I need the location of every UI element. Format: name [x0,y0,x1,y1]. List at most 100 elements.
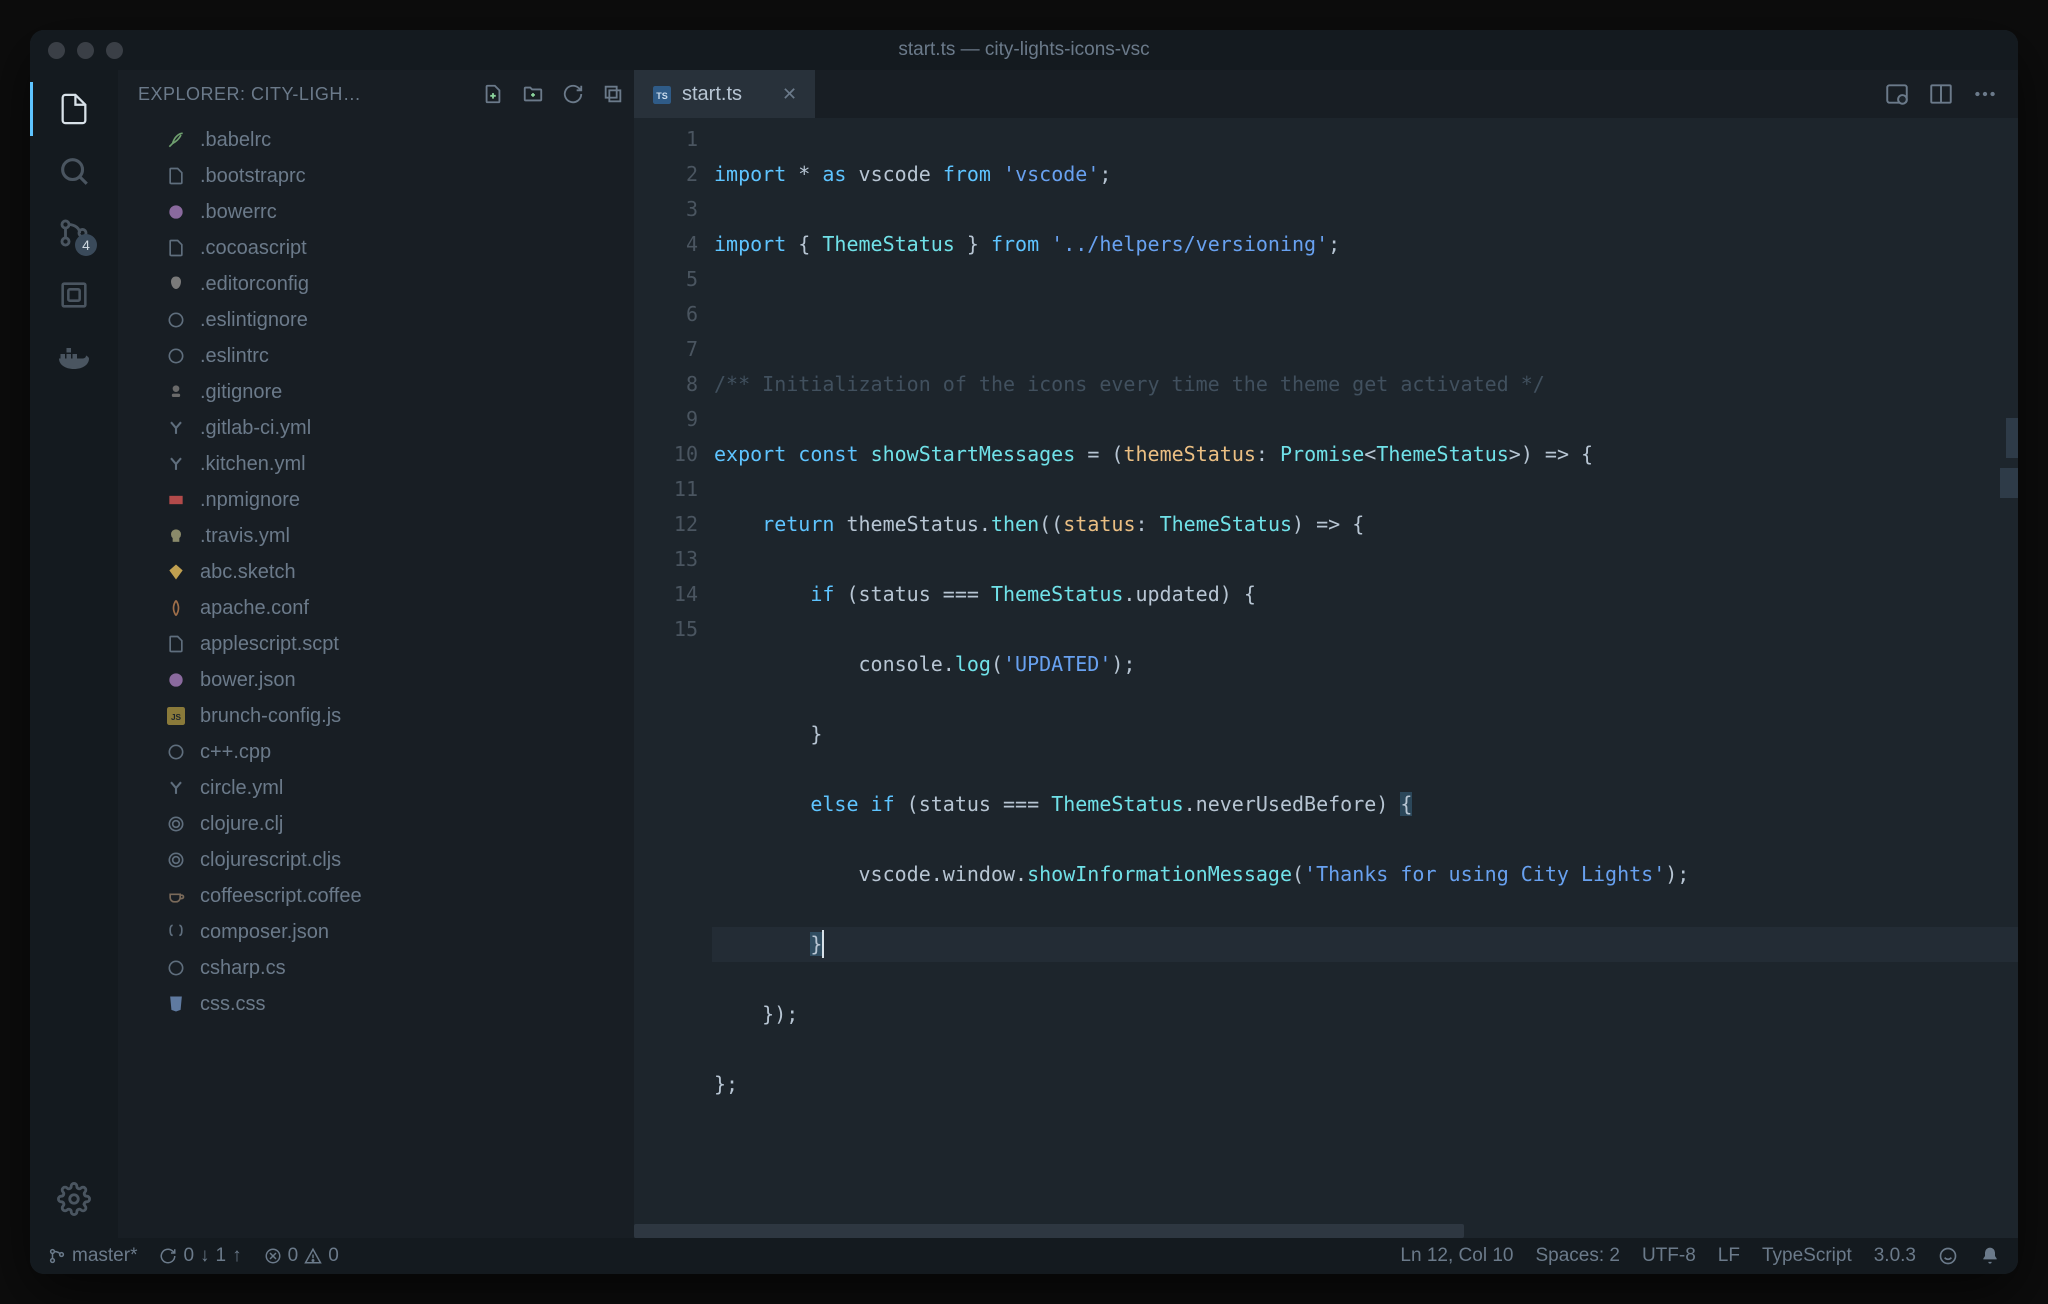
problems[interactable]: 0 0 [264,1245,339,1267]
file-item-label: coffeescript.coffee [200,885,362,908]
file-item-label: .bowerrc [200,201,277,224]
file-item[interactable]: .npmignore [118,482,634,518]
file-item[interactable]: .editorconfig [118,266,634,302]
svg-text:TS: TS [656,90,668,100]
file-item[interactable]: abc.sketch [118,554,634,590]
activity-bar: 4 [30,70,118,1238]
file-item-label: circle.yml [200,777,283,800]
clojure-icon [164,812,188,836]
file-icon [164,632,188,656]
traffic-zoom[interactable] [106,42,123,59]
file-item-label: .bootstraprc [200,165,306,188]
file-item-label: .gitlab-ci.yml [200,417,311,440]
traffic-minimize[interactable] [77,42,94,59]
explorer-actions [478,79,628,109]
js-icon: JS [164,704,188,728]
tab-label: start.ts [682,83,742,106]
file-item[interactable]: bower.json [118,662,634,698]
file-item[interactable]: .travis.yml [118,518,634,554]
file-item-label: .babelrc [200,129,271,152]
split-editor-button[interactable] [1928,81,1954,107]
file-item-label: .kitchen.yml [200,453,306,476]
file-item[interactable]: coffeescript.coffee [118,878,634,914]
file-item[interactable]: .gitignore [118,374,634,410]
tab-bar: TS start.ts ✕ [634,70,2018,118]
file-item[interactable]: css.css [118,986,634,1022]
activity-settings[interactable] [53,1178,95,1220]
indentation[interactable]: Spaces: 2 [1535,1245,1620,1267]
file-item[interactable]: .babelrc [118,122,634,158]
file-item[interactable]: .gitlab-ci.yml [118,410,634,446]
file-item-label: apache.conf [200,597,309,620]
activity-debug[interactable] [53,274,95,316]
activity-search[interactable] [53,150,95,192]
eslint-icon [164,344,188,368]
tab-close-button[interactable]: ✕ [782,84,797,105]
refresh-button[interactable] [558,79,588,109]
activity-scm[interactable]: 4 [53,212,95,254]
traffic-close[interactable] [48,42,65,59]
file-item[interactable]: JSbrunch-config.js [118,698,634,734]
yaml-icon [164,452,188,476]
file-item[interactable]: .eslintignore [118,302,634,338]
horizontal-scrollbar[interactable] [634,1224,2018,1238]
file-item-label: csharp.cs [200,957,286,980]
version[interactable]: 3.0.3 [1874,1245,1916,1267]
file-item[interactable]: composer.json [118,914,634,950]
app-window: start.ts — city-lights-icons-vsc 4 [30,30,2018,1274]
file-item[interactable]: .eslintrc [118,338,634,374]
file-item[interactable]: .kitchen.yml [118,446,634,482]
file-item[interactable]: .bowerrc [118,194,634,230]
sketch-icon [164,560,188,584]
git-branch[interactable]: master* [48,1245,137,1267]
window-body: 4 EXPLORER: CITY-LIGH… [30,70,2018,1238]
file-item-label: .eslintignore [200,309,308,332]
editor: TS start.ts ✕ [634,70,2018,1238]
file-item-label: .gitignore [200,381,282,404]
file-item-label: .editorconfig [200,273,309,296]
collapse-all-button[interactable] [598,79,628,109]
bower-icon [164,668,188,692]
file-item[interactable]: circle.yml [118,770,634,806]
file-item[interactable]: c++.cpp [118,734,634,770]
scrollbar-thumb[interactable] [634,1224,1464,1238]
file-item[interactable]: clojurescript.cljs [118,842,634,878]
file-item-label: .travis.yml [200,525,290,548]
svg-text:JS: JS [171,713,182,722]
eol[interactable]: LF [1718,1245,1740,1267]
traffic-lights [30,42,123,59]
file-icon [164,164,188,188]
git-icon [164,380,188,404]
feedback-button[interactable] [1938,1246,1958,1266]
file-item-label: .npmignore [200,489,300,512]
code-area[interactable]: 123456789101112131415 import * as vscode… [634,118,2018,1224]
git-sync[interactable]: 0↓ 1↑ [159,1245,241,1267]
code-content[interactable]: import * as vscode from 'vscode'; import… [714,118,2018,1224]
file-item[interactable]: apache.conf [118,590,634,626]
cursor-position[interactable]: Ln 12, Col 10 [1400,1245,1513,1267]
more-actions-button[interactable] [1972,81,1998,107]
file-item-label: .eslintrc [200,345,269,368]
tab-start-ts[interactable]: TS start.ts ✕ [634,70,815,118]
file-item-label: abc.sketch [200,561,296,584]
file-item[interactable]: applescript.scpt [118,626,634,662]
file-item[interactable]: .bootstraprc [118,158,634,194]
file-item[interactable]: .cocoascript [118,230,634,266]
new-file-button[interactable] [478,79,508,109]
titlebar: start.ts — city-lights-icons-vsc [30,30,2018,70]
activity-docker[interactable] [53,336,95,378]
css-icon [164,992,188,1016]
minimap[interactable] [2008,118,2018,1224]
status-bar: master* 0↓ 1↑ 0 0 Ln 12, Col 10 Spaces: … [30,1238,2018,1274]
notifications-button[interactable] [1980,1246,2000,1266]
file-item-label: bower.json [200,669,296,692]
file-tree[interactable]: .babelrc .bootstraprc .bowerrc .cocoascript… [118,118,634,1238]
open-changes-button[interactable] [1884,81,1910,107]
new-folder-button[interactable] [518,79,548,109]
activity-explorer[interactable] [53,88,95,130]
file-item[interactable]: csharp.cs [118,950,634,986]
encoding[interactable]: UTF-8 [1642,1245,1696,1267]
language-mode[interactable]: TypeScript [1762,1245,1852,1267]
file-item-label: clojure.clj [200,813,283,836]
file-item[interactable]: clojure.clj [118,806,634,842]
